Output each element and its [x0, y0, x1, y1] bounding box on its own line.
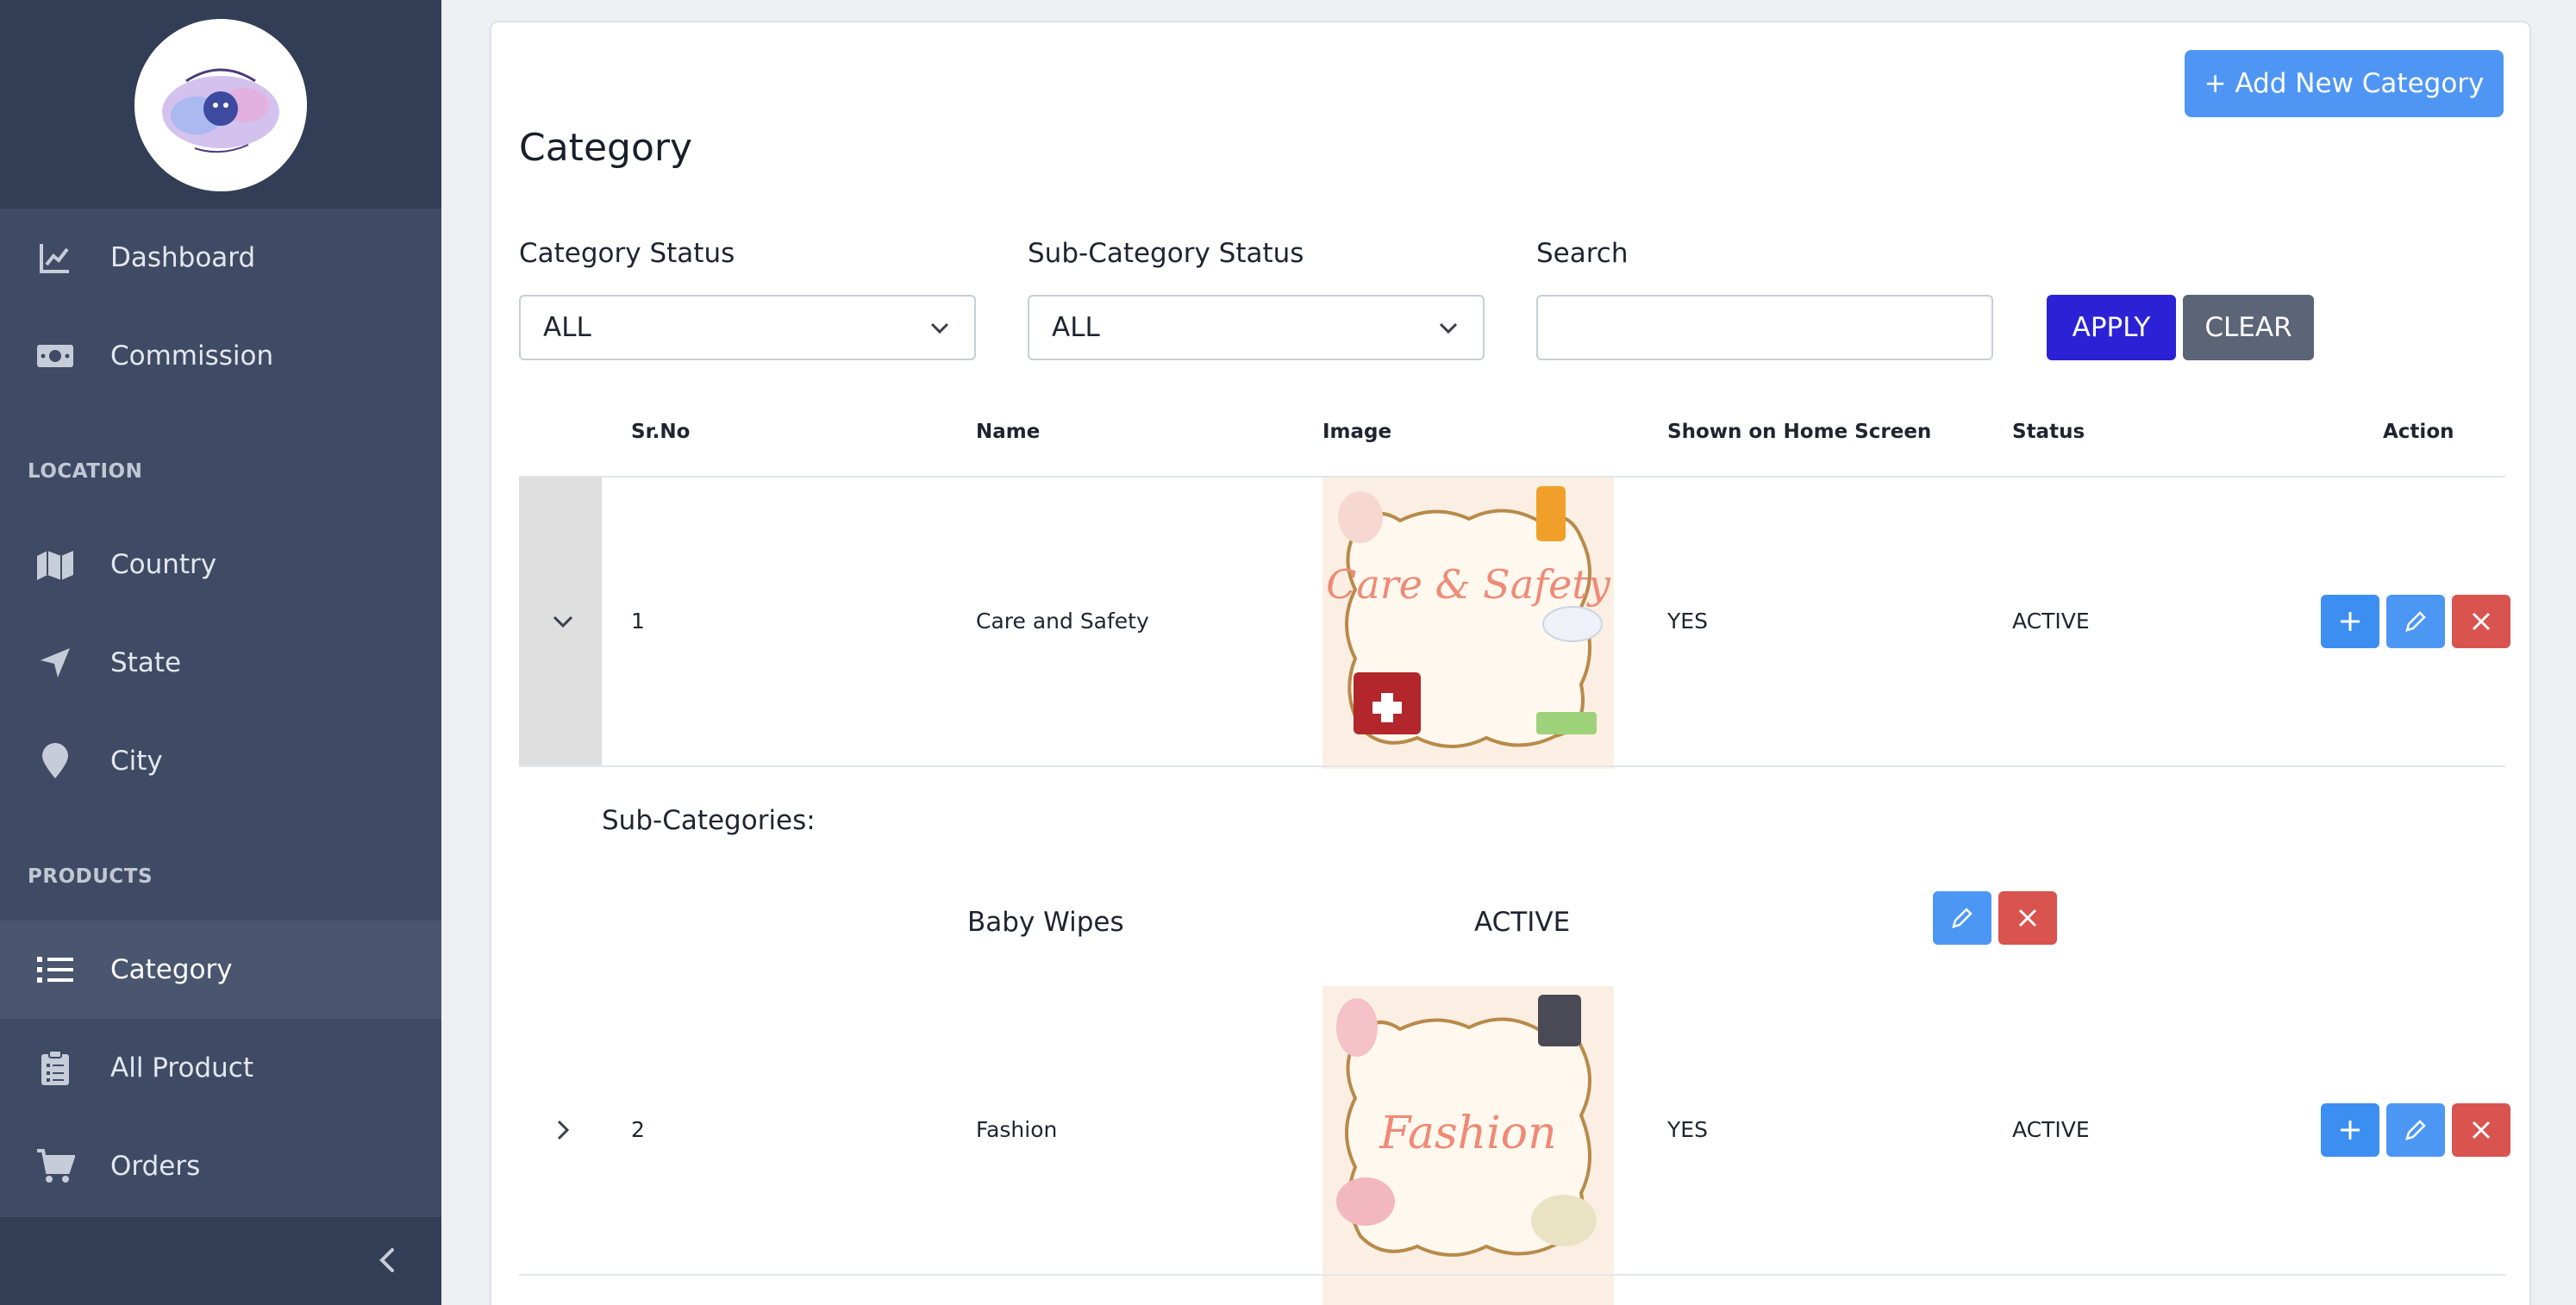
sub-category-status-select[interactable]: ALL [1028, 295, 1485, 360]
category-card: + Add New Category Category Category Sta… [490, 21, 2531, 1305]
plus-icon [2341, 612, 2360, 631]
plus-icon [2341, 1121, 2360, 1140]
line-chart-icon [34, 237, 76, 278]
clipboard-list-icon [34, 1047, 76, 1089]
cell-status: ACTIVE [2012, 609, 2090, 634]
category-status-select[interactable]: ALL [519, 295, 976, 360]
delete-sub-category-button[interactable] [1998, 891, 2057, 945]
category-status-value: ALL [543, 312, 591, 343]
sub-category-status-label: Sub-Category Status [1028, 238, 1304, 269]
sidebar-item-dashboard[interactable]: Dashboard [0, 209, 441, 307]
edit-category-button[interactable] [2386, 595, 2445, 648]
sidebar-item-city[interactable]: City [0, 712, 441, 810]
close-icon [2018, 909, 2037, 927]
sidebar-item-label: State [110, 647, 182, 678]
sidebar-section-products: PRODUCTS [28, 865, 153, 888]
sidebar-item-label: Category [110, 954, 233, 985]
location-arrow-icon [34, 642, 76, 684]
sidebar-item-country[interactable]: Country [0, 515, 441, 614]
search-label: Search [1536, 238, 1629, 269]
delete-category-button[interactable] [2452, 595, 2510, 648]
chevron-down-icon [553, 615, 573, 628]
cell-sr-no: 2 [631, 1117, 645, 1142]
edit-sub-category-button[interactable] [1933, 891, 1991, 945]
sidebar: Dashboard Commission LOCATION Country St… [0, 0, 441, 1305]
sidebar-item-label: Orders [110, 1151, 201, 1182]
chevron-down-icon [930, 322, 949, 334]
sidebar-item-orders[interactable]: Orders [0, 1117, 441, 1215]
sidebar-section-location: LOCATION [28, 460, 143, 483]
edit-category-button[interactable] [2386, 1103, 2445, 1157]
collapse-sidebar-button[interactable] [371, 1243, 405, 1277]
brand-logo[interactable] [134, 19, 307, 191]
map-pin-icon [34, 740, 76, 782]
cell-shown-on-home: YES [1667, 1117, 1708, 1142]
row-divider [519, 1274, 2505, 1276]
column-header-action: Action [2383, 421, 2454, 443]
cell-shown-on-home: YES [1667, 609, 1708, 634]
add-new-category-button[interactable]: + Add New Category [2185, 50, 2504, 117]
sub-categories-title: Sub-Categories: [602, 805, 816, 836]
cell-sr-no: 1 [631, 609, 645, 634]
sub-category-status: ACTIVE [1474, 907, 1571, 938]
category-image-label: Fashion [1379, 1108, 1556, 1159]
sidebar-item-all-product[interactable]: All Product [0, 1019, 441, 1117]
column-header-image: Image [1322, 421, 1392, 443]
sidebar-item-label: City [110, 746, 163, 777]
sidebar-item-label: All Product [110, 1052, 253, 1083]
sidebar-item-label: Country [110, 549, 217, 580]
delete-category-button[interactable] [2452, 1103, 2510, 1157]
category-image: Care & Safety [1322, 478, 1614, 769]
pencil-icon [1952, 908, 1973, 928]
chevron-left-icon [379, 1248, 394, 1272]
add-sub-category-button[interactable] [2321, 595, 2379, 648]
sidebar-footer [0, 1217, 441, 1305]
column-header-name: Name [976, 421, 1041, 443]
page-title: Category [519, 126, 692, 170]
search-input[interactable] [1536, 295, 1993, 360]
shopping-cart-icon [34, 1146, 76, 1187]
pencil-icon [2405, 611, 2426, 632]
category-image-label: Care & Safety [1326, 561, 1611, 608]
column-header-sr-no: Sr.No [631, 421, 691, 443]
close-icon [2472, 612, 2491, 631]
row-divider [519, 765, 2505, 767]
chevron-right-icon [557, 1120, 570, 1140]
category-image: Fashion [1322, 986, 1614, 1277]
sidebar-item-state[interactable]: State [0, 614, 441, 712]
close-icon [2472, 1121, 2491, 1140]
sidebar-item-category[interactable]: Category [0, 921, 441, 1019]
sub-category-status-value: ALL [1052, 312, 1100, 343]
column-header-status: Status [2012, 421, 2085, 443]
category-image [1322, 1277, 1614, 1305]
category-status-label: Category Status [519, 238, 735, 269]
list-icon [34, 949, 76, 990]
money-bill-icon [34, 335, 76, 377]
clear-button[interactable]: CLEAR [2183, 295, 2314, 360]
sub-category-name: Baby Wipes [967, 907, 1124, 938]
sidebar-item-label: Dashboard [110, 242, 256, 273]
chevron-down-icon [1439, 322, 1458, 334]
sidebar-item-label: Commission [110, 340, 274, 372]
sidebar-item-commission[interactable]: Commission [0, 307, 441, 405]
sidebar-brand [0, 0, 441, 209]
cell-name: Care and Safety [976, 609, 1149, 634]
apply-button[interactable]: APPLY [2047, 295, 2176, 360]
add-sub-category-button[interactable] [2321, 1103, 2379, 1157]
cell-name: Fashion [976, 1117, 1058, 1142]
pencil-icon [2405, 1120, 2426, 1140]
row-expander[interactable] [519, 478, 602, 765]
map-icon [34, 544, 76, 585]
column-header-shown-on-home: Shown on Home Screen [1667, 421, 1932, 443]
cell-status: ACTIVE [2012, 1117, 2090, 1142]
row-expander[interactable] [519, 986, 602, 1274]
